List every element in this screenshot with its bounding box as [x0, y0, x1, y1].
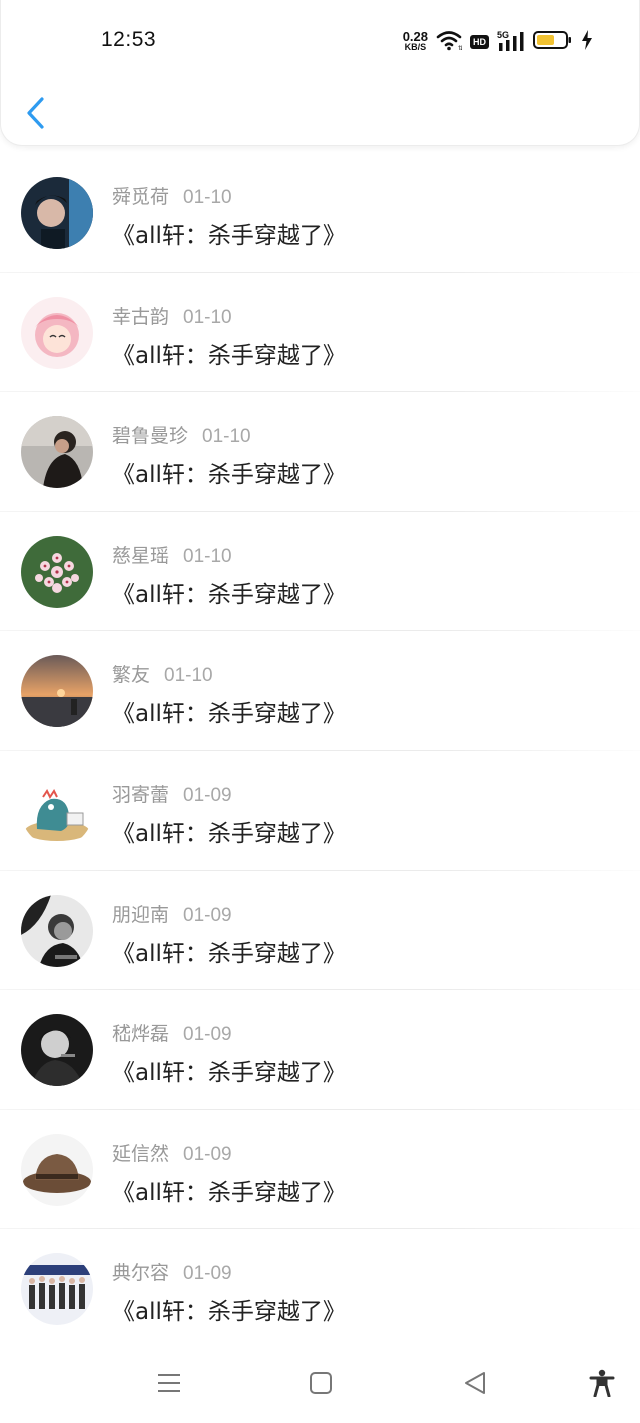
item-meta: 慈星瑶 01-10 — [112, 541, 232, 568]
avatar[interactable] — [21, 1253, 93, 1326]
item-title[interactable]: 《all轩：杀手穿越了》 — [112, 336, 346, 370]
list-item[interactable]: 慈星瑶 01-10 《all轩：杀手穿越了》 — [0, 512, 640, 632]
item-meta: 幸古韵 01-10 — [112, 302, 232, 329]
author-name[interactable]: 幸古韵 — [112, 306, 169, 328]
chevron-left-icon — [27, 97, 44, 129]
avatar[interactable] — [21, 177, 93, 249]
item-date: 01-10 — [183, 306, 232, 328]
item-title[interactable]: 《all轩：杀手穿越了》 — [112, 694, 346, 728]
item-date: 01-09 — [183, 1143, 232, 1165]
wifi-icon: ⇅ — [436, 29, 463, 55]
author-name[interactable]: 舜觅荷 — [112, 186, 169, 208]
list-item[interactable]: 朋迎南 01-09 《all轩：杀手穿越了》 — [0, 871, 640, 991]
home-button[interactable] — [301, 1363, 341, 1403]
avatar[interactable] — [21, 416, 93, 489]
item-meta: 朋迎南 01-09 — [112, 900, 232, 927]
author-name[interactable]: 慈星瑶 — [112, 545, 169, 567]
list-item[interactable]: 繁友 01-10 《all轩：杀手穿越了》 — [0, 631, 640, 751]
item-date: 01-09 — [183, 784, 232, 806]
svg-text:⇅: ⇅ — [458, 46, 462, 51]
net-speed-unit: KB/S — [404, 42, 427, 52]
list-item[interactable]: 羽寄蕾 01-09 《all轩：杀手穿越了》 — [0, 751, 640, 871]
item-date: 01-10 — [183, 187, 232, 208]
status-icons: 0.28 KB/S ⇅ HD 5G — [403, 27, 593, 57]
author-name[interactable]: 延信然 — [112, 1143, 169, 1165]
item-meta: 嵇烨磊 01-09 — [112, 1019, 232, 1046]
avatar[interactable] — [21, 296, 93, 369]
item-date: 01-09 — [183, 1263, 232, 1285]
charging-icon — [581, 30, 593, 54]
item-date: 01-10 — [183, 545, 232, 567]
item-date: 01-10 — [202, 426, 251, 448]
list-item[interactable]: 碧鲁曼珍 01-10 《all轩：杀手穿越了》 — [0, 392, 640, 512]
home-icon — [310, 1372, 332, 1394]
accessibility-icon — [589, 1369, 615, 1397]
back-button[interactable] — [23, 96, 49, 130]
item-title[interactable]: 《all轩：杀手穿越了》 — [112, 934, 346, 968]
avatar[interactable] — [21, 1133, 93, 1206]
triangle-back-icon — [465, 1372, 485, 1394]
list-item[interactable]: 典尔容 01-09 《all轩：杀手穿越了》 — [0, 1229, 640, 1349]
item-title[interactable]: 《all轩：杀手穿越了》 — [112, 814, 346, 848]
author-name[interactable]: 碧鲁曼珍 — [112, 425, 188, 447]
author-name[interactable]: 嵇烨磊 — [112, 1023, 169, 1045]
item-title[interactable]: 《all轩：杀手穿越了》 — [112, 1292, 346, 1326]
menu-icon — [158, 1374, 180, 1392]
author-name[interactable]: 朋迎南 — [112, 904, 169, 926]
status-time: 12:53 — [101, 28, 157, 51]
system-nav-bar — [0, 1343, 640, 1423]
accessibility-button[interactable] — [582, 1363, 622, 1403]
item-date: 01-09 — [183, 1024, 232, 1046]
top-header: 12:53 0.28 KB/S ⇅ HD 5G — [0, 0, 640, 146]
author-name[interactable]: 典尔容 — [112, 1262, 169, 1284]
item-title[interactable]: 《all轩：杀手穿越了》 — [112, 216, 346, 250]
item-date: 01-10 — [164, 665, 213, 687]
net-speed-value: 0.28 — [402, 29, 428, 44]
avatar[interactable] — [21, 535, 93, 608]
list-item[interactable]: 幸古韵 01-10 《all轩：杀手穿越了》 — [0, 273, 640, 393]
avatar[interactable] — [21, 894, 93, 967]
item-title[interactable]: 《all轩：杀手穿越了》 — [112, 1173, 346, 1207]
item-meta: 延信然 01-09 — [112, 1139, 232, 1166]
item-title[interactable]: 《all轩：杀手穿越了》 — [112, 575, 346, 609]
avatar[interactable] — [21, 774, 93, 847]
item-meta: 繁友 01-10 — [112, 660, 213, 687]
item-title[interactable]: 《all轩：杀手穿越了》 — [112, 1053, 346, 1087]
list-item[interactable]: 延信然 01-09 《all轩：杀手穿越了》 — [0, 1110, 640, 1230]
avatar[interactable] — [21, 655, 93, 728]
menu-button[interactable] — [149, 1363, 189, 1403]
item-meta: 舜觅荷 01-10 — [112, 182, 232, 209]
item-title[interactable]: 《all轩：杀手穿越了》 — [112, 455, 346, 489]
author-name[interactable]: 繁友 — [112, 664, 150, 686]
list-item[interactable]: 嵇烨磊 01-09 《all轩：杀手穿越了》 — [0, 990, 640, 1110]
item-meta: 典尔容 01-09 — [112, 1258, 232, 1285]
item-meta: 碧鲁曼珍 01-10 — [112, 421, 251, 448]
signal-icon: 5G — [497, 30, 525, 53]
comment-list: 舜觅荷 01-10 《all轩：杀手穿越了》 幸古韵 01-10 《all轩：杀手穿… — [0, 153, 640, 1349]
item-meta: 羽寄蕾 01-09 — [112, 780, 232, 807]
avatar[interactable] — [21, 1014, 93, 1087]
battery-icon — [533, 30, 573, 54]
author-name[interactable]: 羽寄蕾 — [112, 784, 169, 806]
net-speed: 0.28 KB/S — [402, 29, 428, 53]
hd-icon: HD — [470, 35, 489, 49]
item-date: 01-09 — [183, 904, 232, 926]
back-nav-button[interactable] — [455, 1363, 495, 1403]
list-item[interactable]: 舜觅荷 01-10 《all轩：杀手穿越了》 — [0, 153, 640, 273]
